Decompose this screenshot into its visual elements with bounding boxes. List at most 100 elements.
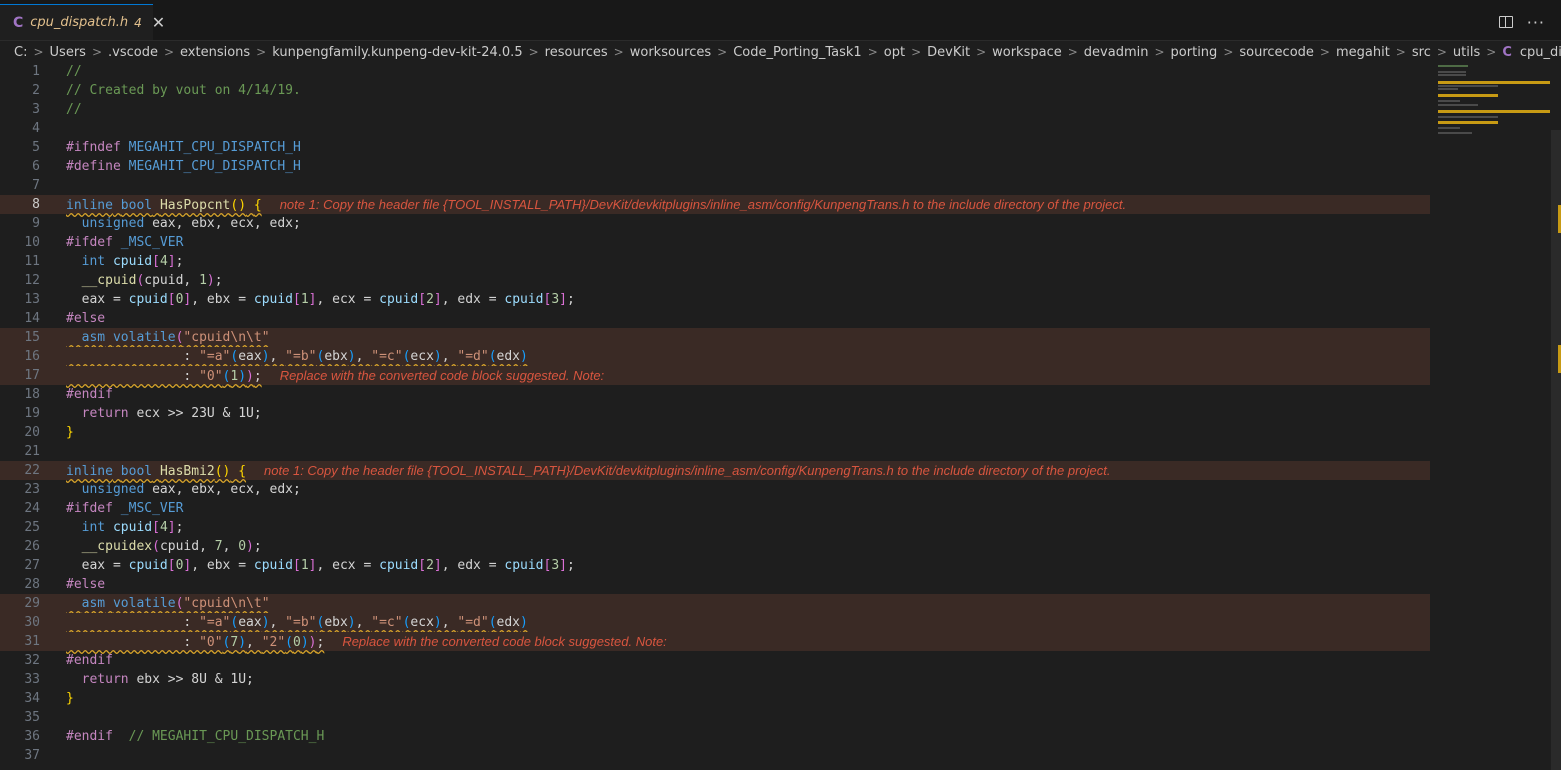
breadcrumb-item[interactable]: worksources bbox=[630, 45, 711, 60]
breadcrumb-item[interactable]: sourcecode bbox=[1239, 45, 1314, 60]
breadcrumb-item[interactable]: kunpengfamily.kunpeng-dev-kit-24.0.5 bbox=[272, 45, 522, 60]
line-number: 7 bbox=[32, 178, 40, 193]
breadcrumb-item[interactable]: megahit bbox=[1336, 45, 1390, 60]
token: inline bbox=[66, 198, 113, 213]
code-line[interactable]: 15 asm volatile("cpuid\n\t" bbox=[0, 328, 1430, 347]
breadcrumb-item[interactable]: opt bbox=[884, 45, 905, 60]
tab-bar: C cpu_dispatch.h 4 ✕ bbox=[0, 4, 1561, 41]
chevron-right-icon: > bbox=[256, 45, 267, 59]
line-number: 22 bbox=[24, 463, 40, 478]
more-actions-icon[interactable]: ··· bbox=[1527, 13, 1545, 32]
code-line[interactable]: 34} bbox=[0, 689, 1430, 708]
code-line[interactable]: 26 __cpuidex(cpuid, 7, 0); bbox=[0, 537, 1430, 556]
code-line[interactable]: 35 bbox=[0, 708, 1430, 727]
line-number: 18 bbox=[24, 387, 40, 402]
line-number: 21 bbox=[24, 444, 40, 459]
token: "2" bbox=[261, 635, 286, 650]
breadcrumb-item[interactable]: devadmin bbox=[1084, 45, 1149, 60]
chevron-right-icon: > bbox=[911, 45, 922, 59]
code-line[interactable]: 6 #define MEGAHIT_CPU_DISPATCH_H bbox=[0, 157, 1430, 176]
token: eax, ebx, ecx, edx; bbox=[152, 482, 301, 497]
code-line[interactable]: 20} bbox=[0, 423, 1430, 442]
chevron-right-icon: > bbox=[33, 45, 44, 59]
breadcrumb-item[interactable]: extensions bbox=[180, 45, 250, 60]
line-number: 8 bbox=[32, 197, 40, 212]
code-line[interactable]: 11 int cpuid[4]; bbox=[0, 252, 1430, 271]
token: #else bbox=[66, 311, 106, 326]
breadcrumb-item[interactable]: .vscode bbox=[108, 45, 158, 60]
code-line[interactable]: 8 inline bool HasPopcnt() {note 1: Copy t… bbox=[0, 195, 1430, 214]
code-line[interactable]: 18 #endif bbox=[0, 385, 1430, 404]
code-line[interactable]: 22 inline bool HasBmi2() {note 1: Copy th… bbox=[0, 461, 1430, 480]
code-line[interactable]: 29 asm volatile("cpuid\n\t" bbox=[0, 594, 1430, 613]
code-line[interactable]: 21 bbox=[0, 442, 1430, 461]
token: unsigned bbox=[81, 482, 145, 497]
code-line[interactable]: 13 eax = cpuid[0], ebx = cpuid[1], ecx =… bbox=[0, 290, 1430, 309]
line-number: 6 bbox=[32, 159, 40, 174]
editor-actions: ··· bbox=[1498, 4, 1545, 40]
breadcrumb-file[interactable]: cpu_dispatch.h bbox=[1520, 45, 1561, 60]
code-line[interactable]: 16 : "=a"(eax), "=b"(ebx), "=c"(ecx), "=… bbox=[0, 347, 1430, 366]
code-line[interactable]: 19 return ecx >> 23U & 1U; bbox=[0, 404, 1430, 423]
minimap[interactable] bbox=[1435, 63, 1550, 143]
breadcrumb-item[interactable]: utils bbox=[1453, 45, 1480, 60]
line-number: 29 bbox=[24, 596, 40, 611]
code-line[interactable]: 10 #ifdef _MSC_VER bbox=[0, 233, 1430, 252]
code-line[interactable]: 7 bbox=[0, 176, 1430, 195]
breadcrumb-item[interactable]: workspace bbox=[992, 45, 1062, 60]
line-number: 17 bbox=[24, 368, 40, 383]
chevron-right-icon: > bbox=[1436, 45, 1447, 59]
tab-cpu-dispatch[interactable]: C cpu_dispatch.h 4 ✕ bbox=[0, 4, 165, 40]
chevron-right-icon: > bbox=[1486, 45, 1497, 59]
code-line[interactable]: 36 #endif // MEGAHIT_CPU_DISPATCH_H bbox=[0, 727, 1430, 746]
code-line[interactable]: 32 #endif bbox=[0, 651, 1430, 670]
code-line[interactable]: 25 int cpuid[4]; bbox=[0, 518, 1430, 537]
code-line[interactable]: 33 return ebx >> 8U & 1U; bbox=[0, 670, 1430, 689]
breadcrumb-item[interactable]: resources bbox=[545, 45, 608, 60]
code-editor[interactable]: 1 // 2 // Created by vout on 4/14/19. 3 // … bbox=[0, 62, 1561, 770]
code-line[interactable]: 9 unsigned eax, ebx, ecx, edx; bbox=[0, 214, 1430, 233]
code-line[interactable]: 5 #ifndef MEGAHIT_CPU_DISPATCH_H bbox=[0, 138, 1430, 157]
token: int bbox=[81, 254, 106, 269]
line-number: 3 bbox=[32, 102, 40, 117]
split-editor-icon[interactable] bbox=[1498, 16, 1513, 28]
token: #ifdef bbox=[66, 235, 113, 250]
token: unsigned bbox=[81, 216, 145, 231]
code-line[interactable]: 27 eax = cpuid[0], ebx = cpuid[1], ecx =… bbox=[0, 556, 1430, 575]
breadcrumb-item[interactable]: porting bbox=[1171, 45, 1218, 60]
token: #ifndef bbox=[66, 140, 121, 155]
code-line[interactable]: 17 : "0"(1)); Replace with the converted … bbox=[0, 366, 1430, 385]
comment: // bbox=[66, 102, 82, 117]
line-number: 32 bbox=[24, 653, 40, 668]
line-number: 15 bbox=[24, 330, 40, 345]
breadcrumb-item[interactable]: Code_Porting_Task1 bbox=[733, 45, 861, 60]
token: "cpuid\n\t" bbox=[183, 330, 270, 345]
code-line[interactable]: 24 #ifdef _MSC_VER bbox=[0, 499, 1430, 518]
breadcrumb-item[interactable]: Users bbox=[50, 45, 86, 60]
code-line[interactable]: 30 : "=a"(eax), "=b"(ebx), "=c"(ecx), "=… bbox=[0, 613, 1430, 632]
breadcrumb-item[interactable]: C: bbox=[14, 45, 27, 60]
breadcrumb-item[interactable]: DevKit bbox=[927, 45, 970, 60]
code-line[interactable]: 4 bbox=[0, 119, 1430, 138]
line-number: 23 bbox=[24, 482, 40, 497]
breadcrumb-item[interactable]: src bbox=[1412, 45, 1431, 60]
token: cpuid bbox=[112, 520, 153, 535]
token: #else bbox=[66, 577, 106, 592]
chevron-right-icon: > bbox=[613, 45, 624, 59]
problem-count-badge: 4 bbox=[134, 15, 142, 30]
code-line[interactable]: 14 #else bbox=[0, 309, 1430, 328]
code-line[interactable]: 3 // bbox=[0, 100, 1430, 119]
code-line[interactable]: 12 __cpuid(cpuid, 1); bbox=[0, 271, 1430, 290]
close-icon[interactable]: ✕ bbox=[152, 13, 165, 32]
token: int bbox=[81, 520, 106, 535]
token: #ifdef bbox=[66, 501, 113, 516]
token: bool bbox=[120, 198, 153, 213]
code-line[interactable]: 23 unsigned eax, ebx, ecx, edx; bbox=[0, 480, 1430, 499]
token: asm bbox=[81, 596, 106, 611]
code-line[interactable]: 28 #else bbox=[0, 575, 1430, 594]
code-line[interactable]: 2 // Created by vout on 4/14/19. bbox=[0, 81, 1430, 100]
line-number: 11 bbox=[24, 254, 40, 269]
code-line[interactable]: 31 : "0"(7), "2"(0)); Replace with the co… bbox=[0, 632, 1430, 651]
code-line[interactable]: 37 bbox=[0, 746, 1430, 765]
code-line[interactable]: 1 // bbox=[0, 62, 1430, 81]
